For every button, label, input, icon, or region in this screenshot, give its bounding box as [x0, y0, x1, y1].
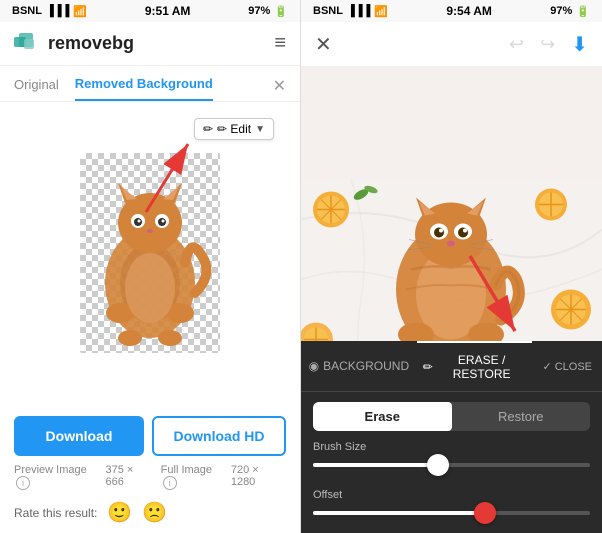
- offset-fill: [313, 511, 485, 515]
- tabs-bar: Original Removed Background ✕: [0, 66, 300, 102]
- full-info-icon[interactable]: i: [163, 476, 177, 490]
- preview-info-icon[interactable]: i: [16, 476, 30, 490]
- preview-size: 375 × 666: [105, 464, 154, 490]
- full-label: Full Image i: [161, 464, 231, 490]
- right-status-bar: BSNL ▐▐▐ 📶 9:54 AM 97% 🔋: [301, 0, 602, 22]
- brush-size-track[interactable]: [313, 463, 590, 467]
- left-status-bar: BSNL ▐▐▐ 📶 9:51 AM 97% 🔋: [0, 0, 300, 22]
- cat-illustration: [80, 153, 220, 353]
- tab-close-icon[interactable]: ✕: [273, 76, 286, 96]
- edit-label: ✏ Edit: [217, 122, 251, 136]
- nav-bar-left: removebg ≡: [0, 22, 300, 66]
- hamburger-menu[interactable]: ≡: [274, 32, 286, 55]
- time-right: 9:54 AM: [446, 4, 492, 18]
- download-section: Download Download HD: [0, 404, 300, 462]
- background-icon: ◉: [309, 359, 319, 373]
- carrier-right: BSNL: [313, 5, 343, 17]
- undo-button[interactable]: ↩: [509, 34, 524, 55]
- erase-button[interactable]: Erase: [313, 402, 452, 431]
- download-hd-button[interactable]: Download HD: [152, 416, 286, 456]
- offset-track[interactable]: [313, 511, 590, 515]
- logo-icon: [14, 33, 42, 55]
- logo-area: removebg: [14, 33, 134, 55]
- rate-row: Rate this result: 🙂 🙁: [0, 492, 300, 533]
- logo-text: removebg: [48, 33, 134, 54]
- brush-size-fill: [313, 463, 438, 467]
- edit-button[interactable]: ✏ ✏ Edit ▼: [194, 118, 274, 140]
- preview-label: Preview Image i: [14, 464, 105, 490]
- battery-right: 97%: [550, 5, 572, 17]
- cat-image-preview: [80, 153, 220, 353]
- restore-button[interactable]: Restore: [452, 402, 591, 431]
- wifi-icon-right: 📶: [374, 5, 388, 18]
- image-info-row: Preview Image i 375 × 666 Full Image i 7…: [0, 462, 300, 492]
- editor-download-button[interactable]: ⬇: [571, 32, 588, 57]
- tool-tabs-bar: ◉ BACKGROUND ✏ ERASE / RESTORE ✓ CLOSE: [301, 341, 602, 392]
- eraser-icon: ✏: [423, 360, 433, 374]
- brush-size-thumb[interactable]: [427, 454, 449, 476]
- bottom-tool-panel: ◉ BACKGROUND ✏ ERASE / RESTORE ✓ CLOSE E…: [301, 341, 602, 533]
- offset-row: Offset: [301, 485, 602, 525]
- edit-dropdown-icon[interactable]: ▼: [255, 124, 265, 135]
- brush-size-label: Brush Size: [313, 441, 590, 453]
- tab-erase-restore[interactable]: ✏ ERASE / RESTORE: [417, 341, 533, 391]
- offset-thumb[interactable]: [474, 502, 496, 524]
- battery-icon-left: 🔋: [274, 5, 288, 18]
- emoji-good[interactable]: 🙂: [107, 500, 132, 525]
- image-area-left: ✏ ✏ Edit ▼: [0, 102, 300, 404]
- signal-icon: ▐▐▐: [46, 5, 69, 17]
- right-panel: BSNL ▐▐▐ 📶 9:54 AM 97% 🔋 ✕ ↩ ↪ ⬇: [301, 0, 602, 533]
- wifi-icon: 📶: [73, 5, 87, 18]
- offset-label: Offset: [313, 489, 590, 501]
- battery-icon-right: 🔋: [576, 5, 590, 18]
- tab-removed-bg[interactable]: Removed Background: [75, 76, 213, 101]
- time-left: 9:51 AM: [145, 4, 191, 18]
- carrier-left: BSNL: [12, 5, 42, 17]
- battery-left: 97%: [248, 5, 270, 17]
- edit-pencil-icon: ✏: [203, 122, 213, 136]
- erase-restore-toggle: Erase Restore: [313, 402, 590, 431]
- tab-original[interactable]: Original: [14, 77, 59, 100]
- emoji-bad[interactable]: 🙁: [142, 500, 167, 525]
- download-button[interactable]: Download: [14, 416, 144, 456]
- editor-close-button[interactable]: ✕: [315, 32, 332, 57]
- editor-nav: ✕ ↩ ↪ ⬇: [301, 22, 602, 66]
- signal-icon-right: ▐▐▐: [347, 5, 370, 17]
- rate-label: Rate this result:: [14, 506, 97, 520]
- redo-button[interactable]: ↪: [540, 34, 555, 55]
- tab-background[interactable]: ◉ BACKGROUND: [301, 341, 417, 391]
- left-panel: BSNL ▐▐▐ 📶 9:51 AM 97% 🔋 removebg ≡ Orig…: [0, 0, 301, 533]
- close-tool-tab[interactable]: ✓ CLOSE: [532, 341, 602, 391]
- full-size: 720 × 1280: [231, 464, 286, 490]
- brush-size-row: Brush Size: [301, 437, 602, 477]
